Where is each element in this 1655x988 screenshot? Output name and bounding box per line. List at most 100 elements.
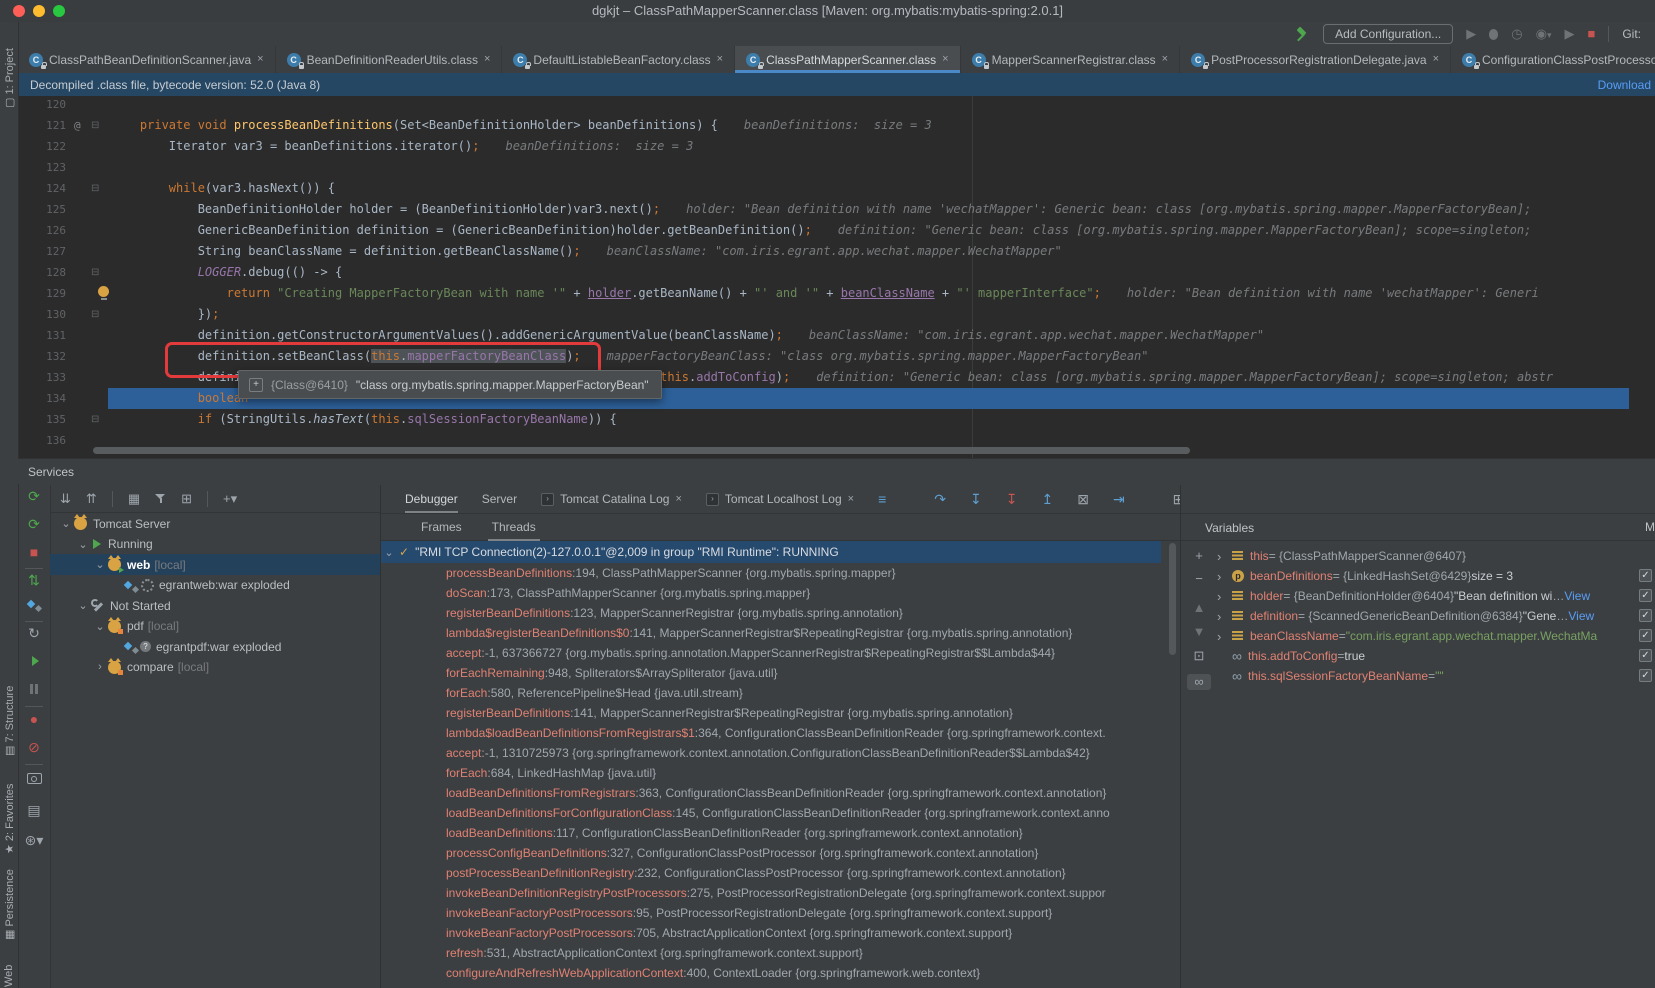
debugger-tab-server[interactable]: Server [482, 485, 517, 513]
fold-marker-icon[interactable]: ⊟ [91, 304, 99, 325]
add-watch-icon[interactable]: + [1189, 548, 1209, 564]
stack-frame-row[interactable]: accept:-1, 637366727 {org.mybatis.spring… [381, 643, 1181, 663]
enabled-checkbox[interactable]: ✓ [1639, 609, 1652, 622]
chevron-right-icon[interactable]: › [1217, 629, 1232, 644]
code-line[interactable]: 121@⊟ private void processBeanDefinition… [18, 115, 1655, 136]
stack-frame-row[interactable]: configureAndRefreshWebApplicationContext… [381, 963, 1181, 983]
tool-window-stripe-button[interactable]: ▤ 7: Structure [3, 686, 16, 756]
close-icon[interactable]: × [942, 54, 948, 65]
step-into-icon[interactable]: ↧ [970, 492, 982, 506]
chevron-down-icon[interactable]: ⌄ [58, 517, 74, 530]
close-icon[interactable]: × [675, 494, 681, 505]
add-configuration-button[interactable]: Add Configuration... [1323, 24, 1453, 44]
evaluate-icon[interactable]: ⊞ [181, 491, 192, 507]
build-artifacts-icon[interactable] [18, 598, 50, 614]
rerun-server-icon[interactable]: ⟳ [18, 488, 50, 504]
stack-frame-row[interactable]: loadBeanDefinitionsFromRegistrars:363, C… [381, 783, 1181, 803]
console-log-tab[interactable]: ›Tomcat Catalina Log× [541, 492, 682, 506]
code-line[interactable]: 129 return "Creating MapperFactoryBean w… [18, 283, 1655, 304]
layout-icon[interactable]: ▤ [18, 802, 50, 818]
chevron-right-icon[interactable]: › [1217, 549, 1232, 564]
collapse-all-icon[interactable]: ⇈ [86, 491, 97, 507]
variable-row[interactable]: ›holder = {BeanDefinitionHolder@6404} "B… [1217, 586, 1636, 606]
debugger-tab-debugger[interactable]: Debugger [405, 485, 458, 513]
tree-row-Tomcat-Server[interactable]: ⌄Tomcat Server [50, 513, 380, 534]
enabled-checkbox[interactable]: ✓ [1639, 629, 1652, 642]
watches-toggle-icon[interactable]: ∞ [1187, 674, 1211, 690]
close-icon[interactable]: × [257, 54, 263, 65]
step-out-icon[interactable]: ↥ [1041, 492, 1053, 506]
tree-row-Running[interactable]: ⌄Running [50, 534, 380, 555]
thread-row[interactable]: ⌄ ✓ "RMI TCP Connection(2)-127.0.0.1"@2,… [381, 541, 1161, 563]
variable-row[interactable]: ›definition = {ScannedGenericBeanDefinit… [1217, 606, 1636, 626]
variable-row[interactable]: ∞this.sqlSessionFactoryBeanName = "" [1217, 666, 1636, 686]
stack-frame-row[interactable]: invokeBeanDefinitionRegistryPostProcesso… [381, 883, 1181, 903]
close-icon[interactable]: × [848, 494, 854, 505]
stop-server-icon[interactable]: ■ [18, 544, 50, 560]
stop-button-icon[interactable]: ■ [1587, 27, 1595, 41]
editor-tab[interactable]: CMapperScannerRegistrar.class× [961, 46, 1181, 73]
fold-marker-icon[interactable]: ⊟ [91, 178, 99, 199]
stack-frame-row[interactable]: registerBeanDefinitions:141, MapperScann… [381, 703, 1181, 723]
chevron-down-icon[interactable]: ⌄ [75, 538, 91, 551]
frames-scrollbar[interactable] [1169, 543, 1176, 655]
enabled-checkbox[interactable]: ✓ [1639, 589, 1652, 602]
stack-frame-row[interactable]: accept:-1, 1310725973 {org.springframewo… [381, 743, 1181, 763]
tree-row-web[interactable]: ⌄web[local] [50, 554, 380, 575]
editor-tab[interactable]: CDefaultListableBeanFactory.class× [502, 46, 735, 73]
run-to-cursor-icon[interactable]: ⇥ [1113, 492, 1125, 506]
debug-server-icon[interactable]: ⟳ [18, 516, 50, 532]
tree-row-egrantweb-war-exploded[interactable]: egrantweb:war exploded [50, 575, 380, 596]
stack-frame-row[interactable]: invokeBeanFactoryPostProcessors:705, Abs… [381, 923, 1181, 943]
pause-icon[interactable] [18, 681, 50, 697]
close-icon[interactable]: × [1433, 54, 1439, 65]
code-line[interactable]: 128⊟ LOGGER.debug(() -> { [18, 262, 1655, 283]
memory-panel-label[interactable]: M [1645, 513, 1655, 541]
close-icon[interactable]: × [717, 54, 723, 65]
console-log-tab[interactable]: ›Tomcat Localhost Log× [706, 492, 854, 506]
stack-frame-row[interactable]: refresh:531, AbstractApplicationContext … [381, 943, 1181, 963]
editor-tab[interactable]: CClassPathMapperScanner.class× [735, 46, 961, 73]
fold-marker-icon[interactable]: ⊟ [91, 409, 99, 430]
thread-dump-icon[interactable] [18, 770, 50, 787]
settings-icon[interactable]: ⊛▾ [18, 832, 50, 848]
tree-row-egrantpdf-war-exploded[interactable]: ?egrantpdf:war exploded [50, 636, 380, 657]
drop-frame-icon[interactable]: ⊠ [1077, 492, 1089, 506]
minimize-window-button[interactable] [33, 5, 45, 17]
tool-window-stripe-button[interactable]: Web [3, 965, 15, 987]
chevron-down-icon[interactable]: ⌄ [75, 599, 91, 612]
stack-frame-row[interactable]: forEach:580, ReferencePipeline$Head {jav… [381, 683, 1181, 703]
tree-row-compare[interactable]: ›compare[local] [50, 657, 380, 678]
code-line[interactable]: 130⊟ }); [18, 304, 1655, 325]
code-line[interactable]: 135⊟ if (StringUtils.hasText(this.sqlSes… [18, 409, 1655, 430]
tab-threads[interactable]: Threads [492, 513, 536, 541]
code-line[interactable]: 126 GenericBeanDefinition definition = (… [18, 220, 1655, 241]
refresh-icon[interactable]: ↻ [18, 625, 50, 641]
resume-icon[interactable] [18, 653, 50, 669]
code-line[interactable]: 124⊟ while(var3.hasNext()) { [18, 178, 1655, 199]
add-dd-icon[interactable]: +▾ [223, 491, 237, 507]
expand-value-icon[interactable]: + [249, 378, 263, 392]
stack-frame-row[interactable]: doScan:173, ClassPathMapperScanner {org.… [381, 583, 1181, 603]
stack-frame-row[interactable]: loadBeanDefinitions:117, ConfigurationCl… [381, 823, 1181, 843]
chevron-right-icon[interactable]: › [1217, 609, 1232, 624]
code-line[interactable]: 120 [18, 96, 1655, 115]
step-over-icon[interactable]: ↷ [934, 492, 946, 506]
enabled-checkbox[interactable]: ✓ [1639, 669, 1652, 682]
editor-tab[interactable]: CClassPathBeanDefinitionScanner.java× [18, 46, 276, 73]
chevron-right-icon[interactable]: › [1217, 589, 1232, 604]
variable-row[interactable]: ∞this.addToConfig = true [1217, 646, 1636, 666]
editor-tab[interactable]: CPostProcessorRegistrationDelegate.java× [1180, 46, 1451, 73]
move-up-icon[interactable]: ▲ [1189, 600, 1209, 616]
tree-row-pdf[interactable]: ⌄pdf[local] [50, 616, 380, 637]
chevron-down-icon[interactable]: ⌄ [92, 620, 108, 633]
move-down-icon[interactable]: ▼ [1189, 624, 1209, 640]
chevron-right-icon[interactable]: › [92, 661, 108, 673]
editor-horizontal-scrollbar[interactable] [93, 447, 1190, 454]
group-by-icon[interactable]: ▦ [128, 491, 140, 507]
enabled-checkbox[interactable]: ✓ [1639, 569, 1652, 582]
fold-marker-icon[interactable]: ⊟ [91, 262, 99, 283]
tool-window-stripe-button[interactable]: ★ 2: Favorites [3, 784, 16, 854]
close-icon[interactable]: × [484, 54, 490, 65]
thread-filter-icon[interactable]: ≡ [878, 492, 886, 506]
